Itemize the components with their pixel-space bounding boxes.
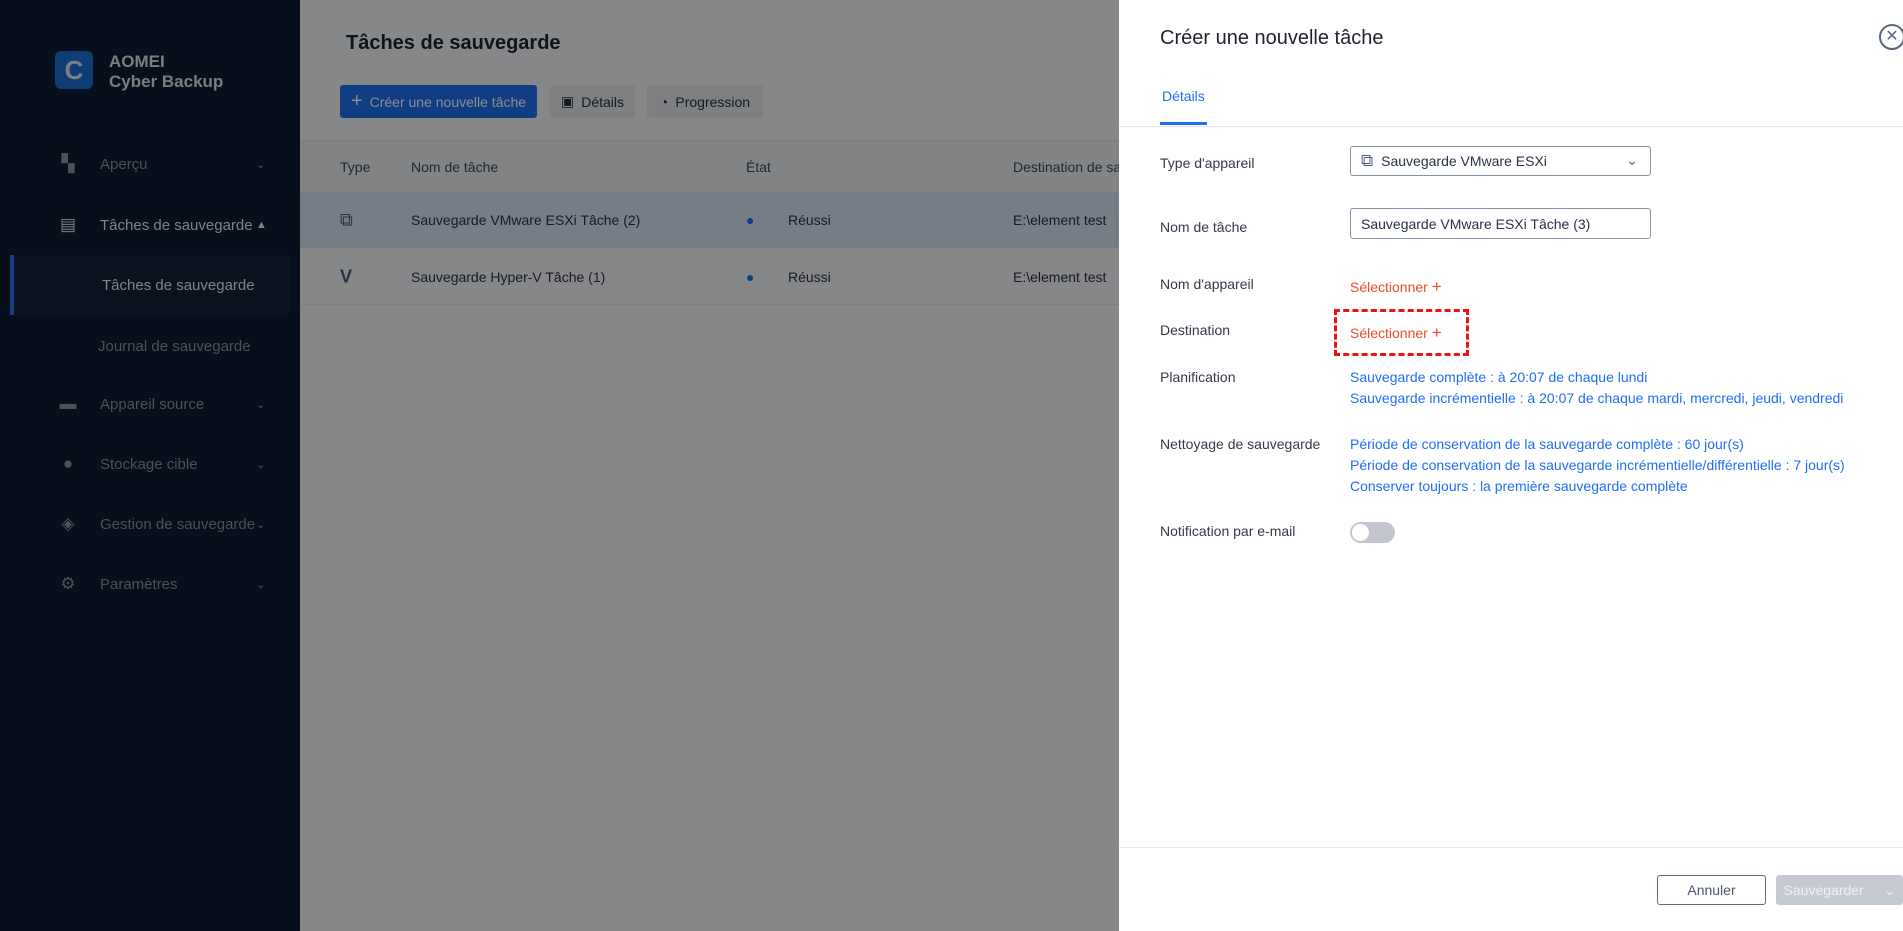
email-notification-toggle[interactable] [1350, 522, 1395, 543]
cancel-button[interactable]: Annuler [1657, 875, 1766, 905]
cleanup-full-link[interactable]: Période de conservation de la sauvegarde… [1350, 436, 1744, 452]
save-button[interactable]: Sauvegarder ⌄ [1776, 875, 1903, 905]
tab-details[interactable]: Détails [1162, 88, 1205, 104]
plus-icon: + [1431, 323, 1442, 342]
divider [1119, 847, 1903, 848]
selected-value: Sauvegarde VMware ESXi [1381, 153, 1547, 169]
label: Sauvegarder [1783, 882, 1864, 898]
schedule-incremental-link[interactable]: Sauvegarde incrémentielle : à 20:07 de c… [1350, 390, 1843, 406]
create-task-panel: Créer une nouvelle tâche ✕ Détails Type … [1119, 0, 1903, 931]
select-device-link[interactable]: Sélectionner + [1350, 277, 1442, 297]
label-destination: Destination [1160, 322, 1231, 338]
divider [1119, 126, 1903, 127]
cleanup-incremental-link[interactable]: Période de conservation de la sauvegarde… [1350, 457, 1845, 473]
label-email: Notification par e-mail [1160, 523, 1296, 539]
close-icon[interactable]: ✕ [1879, 24, 1903, 50]
chevron-down-icon[interactable]: ⌄ [1884, 882, 1896, 899]
schedule-full-link[interactable]: Sauvegarde complète : à 20:07 de chaque … [1350, 369, 1647, 385]
vmware-icon: ⧉ [1361, 151, 1374, 170]
label: Sélectionner [1350, 279, 1428, 295]
panel-title: Créer une nouvelle tâche [1160, 27, 1384, 49]
label: Sélectionner [1350, 325, 1428, 341]
label-task-name: Nom de tâche [1160, 219, 1248, 235]
select-destination-link[interactable]: Sélectionner + [1350, 323, 1442, 343]
plus-icon: + [1431, 277, 1442, 296]
task-name-input[interactable] [1350, 208, 1651, 239]
chevron-down-icon: ⌄ [1626, 152, 1638, 168]
label-schedule: Planification [1160, 369, 1236, 385]
device-type-select[interactable]: ⧉ Sauvegarde VMware ESXi ⌄ [1350, 146, 1651, 176]
modal-overlay[interactable] [0, 0, 1119, 931]
label-cleanup: Nettoyage de sauvegarde [1160, 436, 1321, 452]
tab-indicator [1160, 122, 1207, 125]
label-device-name: Nom d'appareil [1160, 276, 1254, 292]
cleanup-keep-link[interactable]: Conserver toujours : la première sauvega… [1350, 478, 1688, 494]
label-device-type: Type d'appareil [1160, 155, 1255, 171]
